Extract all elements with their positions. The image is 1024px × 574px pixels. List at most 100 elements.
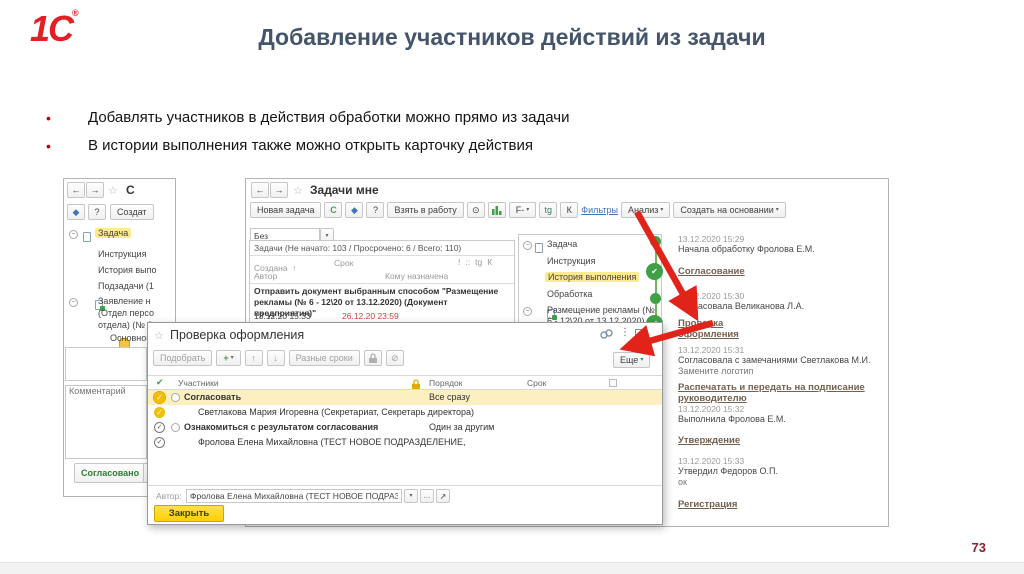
column-due[interactable]: Срок: [527, 378, 546, 388]
author-clear-button[interactable]: …: [420, 489, 434, 503]
favorite-star-icon[interactable]: ☆: [293, 184, 303, 197]
column-flag-icons: ! :: tg К: [458, 257, 492, 267]
window-restore-icon[interactable]: [635, 329, 643, 336]
task-nav-panel: − Задача Инструкция История выполнения О…: [518, 234, 662, 334]
misc-column-icon: [609, 379, 617, 387]
clock-icon: ⊙: [471, 204, 480, 215]
back-button[interactable]: ←: [67, 182, 85, 198]
group-marker-icon: [171, 423, 180, 432]
help-button[interactable]: ?: [88, 204, 106, 220]
stage-link-format-check[interactable]: Проверка оформления: [678, 318, 739, 340]
bullet-list: Добавлять участников в действия обработк…: [46, 104, 806, 160]
back-button[interactable]: ←: [251, 182, 269, 198]
task-list: Задачи (Не начато: 103 / Просрочено: 6 /…: [249, 240, 515, 325]
author-label: Автор:: [156, 491, 182, 501]
nav-diamond-icon: ◆: [350, 204, 358, 215]
navigate-button[interactable]: ◆: [345, 202, 364, 218]
table-row[interactable]: ✓ Согласовать Все сразу: [148, 390, 662, 405]
collapse-icon[interactable]: −: [523, 241, 532, 250]
add-participant-button[interactable]: + ▾: [216, 350, 241, 366]
column-participants[interactable]: Участники: [178, 378, 219, 388]
task-list-summary: Задачи (Не начато: 103 / Просрочено: 6 /…: [250, 241, 514, 256]
control-button[interactable]: К: [560, 202, 579, 218]
more-button[interactable]: Еще ▾: [613, 352, 651, 368]
tree-item-statement[interactable]: Заявление н: [98, 296, 151, 306]
table-row[interactable]: ✓ Светлакова Мария Игоревна (Секретариат…: [148, 405, 662, 420]
dialog-toolbar: Подобрать + ▾ ↑ ↓ Разные сроки ⊘: [153, 350, 404, 366]
deadline-icon: tg: [475, 257, 483, 267]
stop-icon: ⊘: [390, 352, 399, 363]
table-row[interactable]: ✓ Фролова Елена Михайловна (ТЕСТ НОВОЕ П…: [148, 435, 662, 450]
get-link-icon[interactable]: [600, 329, 613, 340]
chevron-down-icon: ▾: [775, 207, 779, 213]
status-pending-icon: ✓: [154, 437, 165, 448]
control-icon: К: [566, 205, 572, 215]
tree-item-history[interactable]: История выпо: [98, 265, 157, 275]
format-check-dialog: ☆ Проверка оформления ⋮ Подобрать + ▾ ↑ ↓…: [147, 322, 663, 525]
column-assignee[interactable]: Кому назначена: [385, 271, 448, 281]
favorite-star-icon[interactable]: ☆: [108, 184, 118, 197]
chart-icon: [491, 206, 502, 215]
bullet-item: В истории выполнения также можно открыть…: [46, 132, 806, 160]
page-number: 73: [971, 540, 986, 555]
forward-button[interactable]: →: [270, 182, 288, 198]
chevron-down-icon: ▾: [230, 355, 234, 361]
column-author[interactable]: Автор: [254, 271, 277, 281]
nav-diamond-icon: ◆: [72, 206, 80, 217]
important-icon: !: [458, 257, 461, 267]
slide: 1С® Добавление участников действий из за…: [0, 0, 1024, 574]
help-button[interactable]: ?: [366, 202, 385, 218]
nav-item-processing[interactable]: Обработка: [547, 289, 592, 299]
take-to-work-button[interactable]: Взять в работу: [387, 202, 464, 218]
stage-link-approval[interactable]: Согласование: [678, 266, 745, 277]
column-due[interactable]: Срок: [334, 258, 353, 268]
stage-link-registration[interactable]: Регистрация: [678, 499, 737, 510]
lock-button[interactable]: [363, 350, 382, 366]
author-input[interactable]: [186, 489, 402, 503]
column-order[interactable]: Порядок: [429, 378, 462, 388]
stage-link-confirmation[interactable]: Утверждение: [678, 435, 740, 446]
collapse-icon[interactable]: −: [69, 230, 78, 239]
tree-item-task[interactable]: Задача: [95, 228, 132, 238]
navigate-button[interactable]: ◆: [67, 204, 85, 220]
filters-link[interactable]: Фильтры: [581, 205, 618, 215]
author-select-button[interactable]: ▾: [404, 489, 418, 503]
different-terms-button[interactable]: Разные сроки: [288, 350, 360, 366]
stage-link-print-sign[interactable]: Распечатать и передать на подписание рук…: [678, 382, 883, 404]
create-button[interactable]: Создат: [110, 204, 154, 220]
create-based-on-button[interactable]: Создать на основании ▾: [673, 202, 786, 218]
deadline-icon: tg: [544, 205, 553, 215]
favorite-star-icon[interactable]: ☆: [154, 329, 164, 342]
new-task-button[interactable]: Новая задача: [250, 202, 322, 218]
forward-icon: →: [90, 185, 100, 195]
pick-button[interactable]: Подобрать: [153, 350, 213, 366]
nav-item-instruction[interactable]: Инструкция: [547, 256, 595, 266]
collapse-icon[interactable]: −: [523, 307, 532, 316]
refresh-button[interactable]: C: [324, 202, 343, 218]
move-up-button[interactable]: ↑: [244, 350, 263, 366]
lock-icon: [368, 353, 377, 363]
tree-item-main-folder[interactable]: Основной: [110, 333, 151, 343]
clock-button[interactable]: ⊙: [466, 202, 485, 218]
more-menu-icon[interactable]: ⋮: [620, 327, 630, 338]
sort-asc-icon: ↑: [292, 263, 297, 273]
stop-button[interactable]: ⊘: [385, 350, 404, 366]
collapse-icon[interactable]: −: [69, 298, 78, 307]
analysis-button[interactable]: Анализ ▾: [620, 202, 671, 218]
nav-item-history[interactable]: История выполнения: [545, 272, 640, 282]
comment-input[interactable]: [65, 385, 147, 459]
nav-item-task[interactable]: Задача: [547, 239, 577, 249]
forward-button[interactable]: →: [86, 182, 104, 198]
close-button[interactable]: Закрыть: [154, 505, 224, 522]
table-row[interactable]: ✓ Ознакомиться с результатом согласовани…: [148, 420, 662, 435]
move-down-button[interactable]: ↓: [266, 350, 285, 366]
back-icon: ←: [71, 185, 81, 195]
tree-item-subtasks[interactable]: Подзадачи (1: [98, 281, 154, 291]
deadline-button[interactable]: tg: [539, 202, 558, 218]
tasks-toolbar: Новая задача C ◆ ? Взять в работу ⊙ F- ▾ …: [250, 202, 786, 218]
tree-item-instruction[interactable]: Инструкция: [98, 249, 146, 259]
approved-button[interactable]: Согласовано: [74, 463, 147, 483]
author-open-button[interactable]: ↗: [436, 489, 450, 503]
flags-dropdown-button[interactable]: F- ▾: [508, 202, 537, 218]
report-button[interactable]: [487, 202, 506, 218]
